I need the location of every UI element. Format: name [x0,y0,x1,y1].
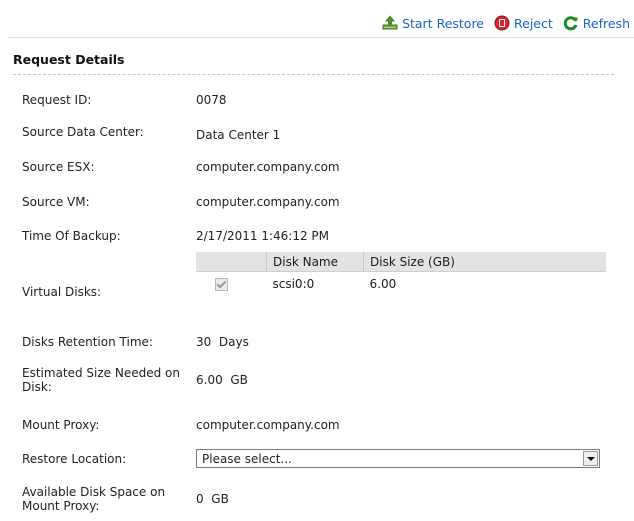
source-dc-value: Data Center 1 [196,128,281,142]
disk-checkbox[interactable] [215,278,228,291]
retention-value: 30 [196,335,212,349]
avail-space-value: 0 [196,492,204,506]
toolbar: Start Restore Reject Refresh [372,12,630,34]
est-size-value-group: 6.00 GB [196,373,248,387]
table-row: scsi0:0 6.00 [196,272,606,297]
reject-label: Reject [514,15,553,31]
avail-space-label: Available Disk Space on Mount Proxy: [22,485,165,513]
restore-location-select[interactable]: Please select... [196,449,600,468]
avail-space-label-line1: Available Disk Space on [22,485,166,499]
retention-label: Disks Retention Time: [22,335,153,349]
est-size-unit: GB [230,373,248,387]
virtual-disks-table: Disk Name Disk Size (GB) scsi0:0 6.00 [196,252,606,296]
virtual-disks-label: Virtual Disks: [22,285,102,299]
start-restore-label: Start Restore [402,15,485,31]
source-dc-label: Source Data Center: [22,125,144,139]
est-size-label-line1: Estimated Size Needed on [22,366,181,380]
refresh-label: Refresh [582,15,630,31]
table-header-row: Disk Name Disk Size (GB) [196,252,606,272]
refresh-button[interactable]: Refresh [563,15,630,31]
section-divider [13,74,614,75]
est-size-value: 6.00 [196,373,223,387]
reject-icon [494,15,510,31]
time-of-backup-label: Time Of Backup: [22,229,121,243]
source-esx-value: computer.company.com [196,160,340,174]
mount-proxy-value: computer.company.com [196,418,340,432]
request-id-value: 0078 [196,93,227,107]
disk-size-cell: 6.00 [369,277,397,291]
retention-unit: Days [218,335,249,349]
disk-size-column-header[interactable]: Disk Size (GB) [363,252,606,272]
disk-select-cell [196,272,267,297]
source-vm-label: Source VM: [22,195,90,209]
avail-space-value-group: 0 GB [196,492,229,506]
restore-location-selected: Please select... [202,452,292,466]
mount-proxy-label: Mount Proxy: [22,418,100,432]
est-size-label-line2: Disk: [22,380,52,394]
disk-name-cell: scsi0:0 [272,277,315,291]
reject-button[interactable]: Reject [494,15,553,31]
source-vm-value: computer.company.com [196,195,340,209]
restore-location-label: Restore Location: [22,452,127,466]
restore-icon [382,15,398,31]
avail-space-unit: GB [211,492,229,506]
dropdown-arrow-icon[interactable] [583,451,598,466]
toolbar-divider [8,37,634,38]
source-esx-label: Source ESX: [22,160,95,174]
time-of-backup-value: 2/17/2011 1:46:12 PM [196,229,330,243]
request-id-label: Request ID: [22,93,92,107]
avail-space-label-line2: Mount Proxy: [22,499,100,513]
select-column-header [196,252,267,272]
start-restore-button[interactable]: Start Restore [382,15,484,31]
section-title: Request Details [13,52,125,67]
refresh-icon [563,15,579,31]
est-size-label: Estimated Size Needed on Disk: [22,366,180,394]
retention-value-group: 30 Days [196,335,249,349]
disk-name-column-header[interactable]: Disk Name [266,252,364,272]
